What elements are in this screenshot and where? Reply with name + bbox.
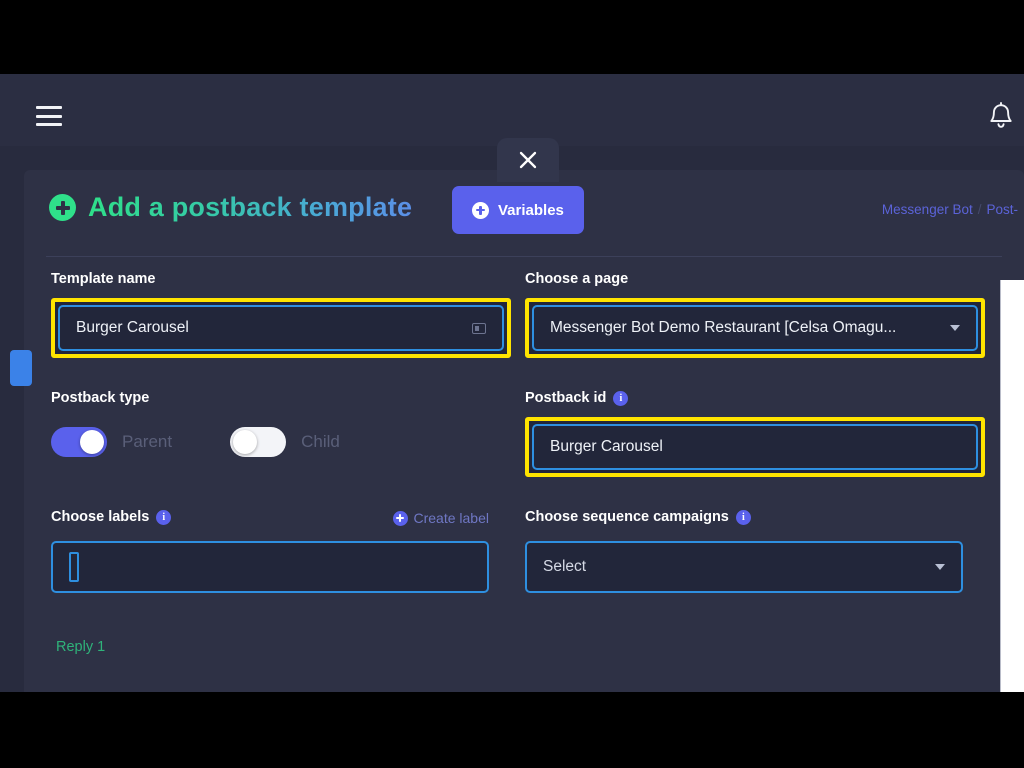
sequence-campaigns-select[interactable]: Select xyxy=(525,541,963,593)
choose-labels-input[interactable] xyxy=(51,541,489,593)
plus-circle-icon xyxy=(392,510,408,526)
choose-page-select[interactable]: Messenger Bot Demo Restaurant [Celsa Oma… xyxy=(532,305,978,351)
postback-type-label: Postback type xyxy=(51,390,150,406)
sequence-campaigns-label: Choose sequence campaigns i xyxy=(525,509,963,525)
hamburger-line xyxy=(36,106,62,109)
toggle-parent-label: Parent xyxy=(122,432,173,451)
create-label-text: Create label xyxy=(413,510,490,526)
reply-title: Reply 1 xyxy=(56,639,106,655)
toggle-child-label: Child xyxy=(301,432,340,451)
bell-icon[interactable] xyxy=(988,102,1014,130)
choose-page-highlight: Messenger Bot Demo Restaurant [Celsa Oma… xyxy=(525,298,985,358)
toggle-parent[interactable] xyxy=(51,427,107,457)
chevron-down-icon xyxy=(950,325,960,331)
postback-id-input[interactable]: Burger Carousel xyxy=(532,424,978,470)
right-side-panel xyxy=(1000,280,1024,692)
sequence-campaigns-label-text: Choose sequence campaigns xyxy=(525,509,729,525)
field-postback-type: Postback type Parent Child xyxy=(51,390,511,457)
postback-id-label: Postback id i xyxy=(525,390,985,406)
template-name-highlight: Burger Carousel xyxy=(51,298,511,358)
screenshot-root: Add a postback template Variables Messen… xyxy=(0,0,1024,768)
hamburger-line xyxy=(36,123,62,126)
variables-button-label: Variables xyxy=(498,201,564,219)
template-name-input[interactable]: Burger Carousel xyxy=(58,305,504,351)
form-row-2: Postback type Parent Child Postback id i… xyxy=(24,390,1024,486)
plus-circle-icon xyxy=(49,194,76,221)
choose-page-value: Messenger Bot Demo Restaurant [Celsa Oma… xyxy=(550,319,897,336)
modal-header: Add a postback template Variables Messen… xyxy=(24,170,1024,256)
letterbox-top xyxy=(0,0,1024,74)
add-postback-template-modal: Add a postback template Variables Messen… xyxy=(24,170,1024,692)
field-choose-labels: Choose labels i Create label xyxy=(51,509,489,593)
info-icon[interactable]: i xyxy=(735,509,751,525)
field-template-name: Template name Burger Carousel xyxy=(51,271,511,358)
chevron-down-icon xyxy=(935,564,945,570)
page-title: Add a postback template xyxy=(88,192,413,222)
letterbox-bottom xyxy=(0,692,1024,768)
breadcrumb: Messenger Bot / Post- xyxy=(882,202,1018,217)
hamburger-line xyxy=(36,114,62,118)
breadcrumb-item-messenger-bot[interactable]: Messenger Bot xyxy=(882,202,973,217)
textarea-resize-icon[interactable] xyxy=(472,322,486,334)
top-navigation-bar xyxy=(0,74,1024,146)
right-panel-blue-button[interactable] xyxy=(10,350,32,386)
field-postback-id: Postback id i Burger Carousel xyxy=(525,390,985,477)
postback-form: Template name Burger Carousel Choose a p… xyxy=(24,257,1024,692)
close-icon xyxy=(519,151,537,169)
info-icon[interactable]: i xyxy=(613,390,629,406)
toggle-knob xyxy=(233,430,258,454)
postback-id-label-text: Postback id xyxy=(525,390,607,406)
template-name-value: Burger Carousel xyxy=(76,319,189,336)
breadcrumb-item-current[interactable]: Post- xyxy=(986,202,1018,217)
variables-button[interactable]: Variables xyxy=(452,186,584,234)
form-row-1: Template name Burger Carousel Choose a p… xyxy=(24,271,1024,367)
modal-close-button[interactable] xyxy=(497,138,559,182)
label-input-cursor xyxy=(69,552,79,582)
postback-id-value: Burger Carousel xyxy=(550,438,663,455)
modal-title-group: Add a postback template xyxy=(49,192,412,223)
field-sequence-campaigns: Choose sequence campaigns i Select xyxy=(525,509,963,593)
field-choose-page: Choose a page Messenger Bot Demo Restaur… xyxy=(525,271,985,358)
app-window: Add a postback template Variables Messen… xyxy=(0,74,1024,692)
choose-labels-label-text: Choose labels xyxy=(51,509,150,525)
toggle-knob xyxy=(80,430,104,454)
form-row-3: Choose labels i Create label Choose sequ… xyxy=(24,509,1024,599)
postback-type-toggles: Parent Child xyxy=(51,427,511,457)
create-label-link[interactable]: Create label xyxy=(392,510,490,526)
hamburger-menu-icon[interactable] xyxy=(36,106,62,126)
choose-page-label: Choose a page xyxy=(525,271,629,287)
postback-id-highlight: Burger Carousel xyxy=(525,417,985,477)
toggle-child[interactable] xyxy=(230,427,287,457)
plus-circle-icon xyxy=(472,201,489,219)
info-icon[interactable]: i xyxy=(156,509,172,525)
reply-section: Reply 1 xyxy=(24,639,1024,655)
sequence-campaigns-value: Select xyxy=(543,558,587,575)
template-name-label: Template name xyxy=(51,271,156,287)
breadcrumb-separator: / xyxy=(977,202,982,217)
